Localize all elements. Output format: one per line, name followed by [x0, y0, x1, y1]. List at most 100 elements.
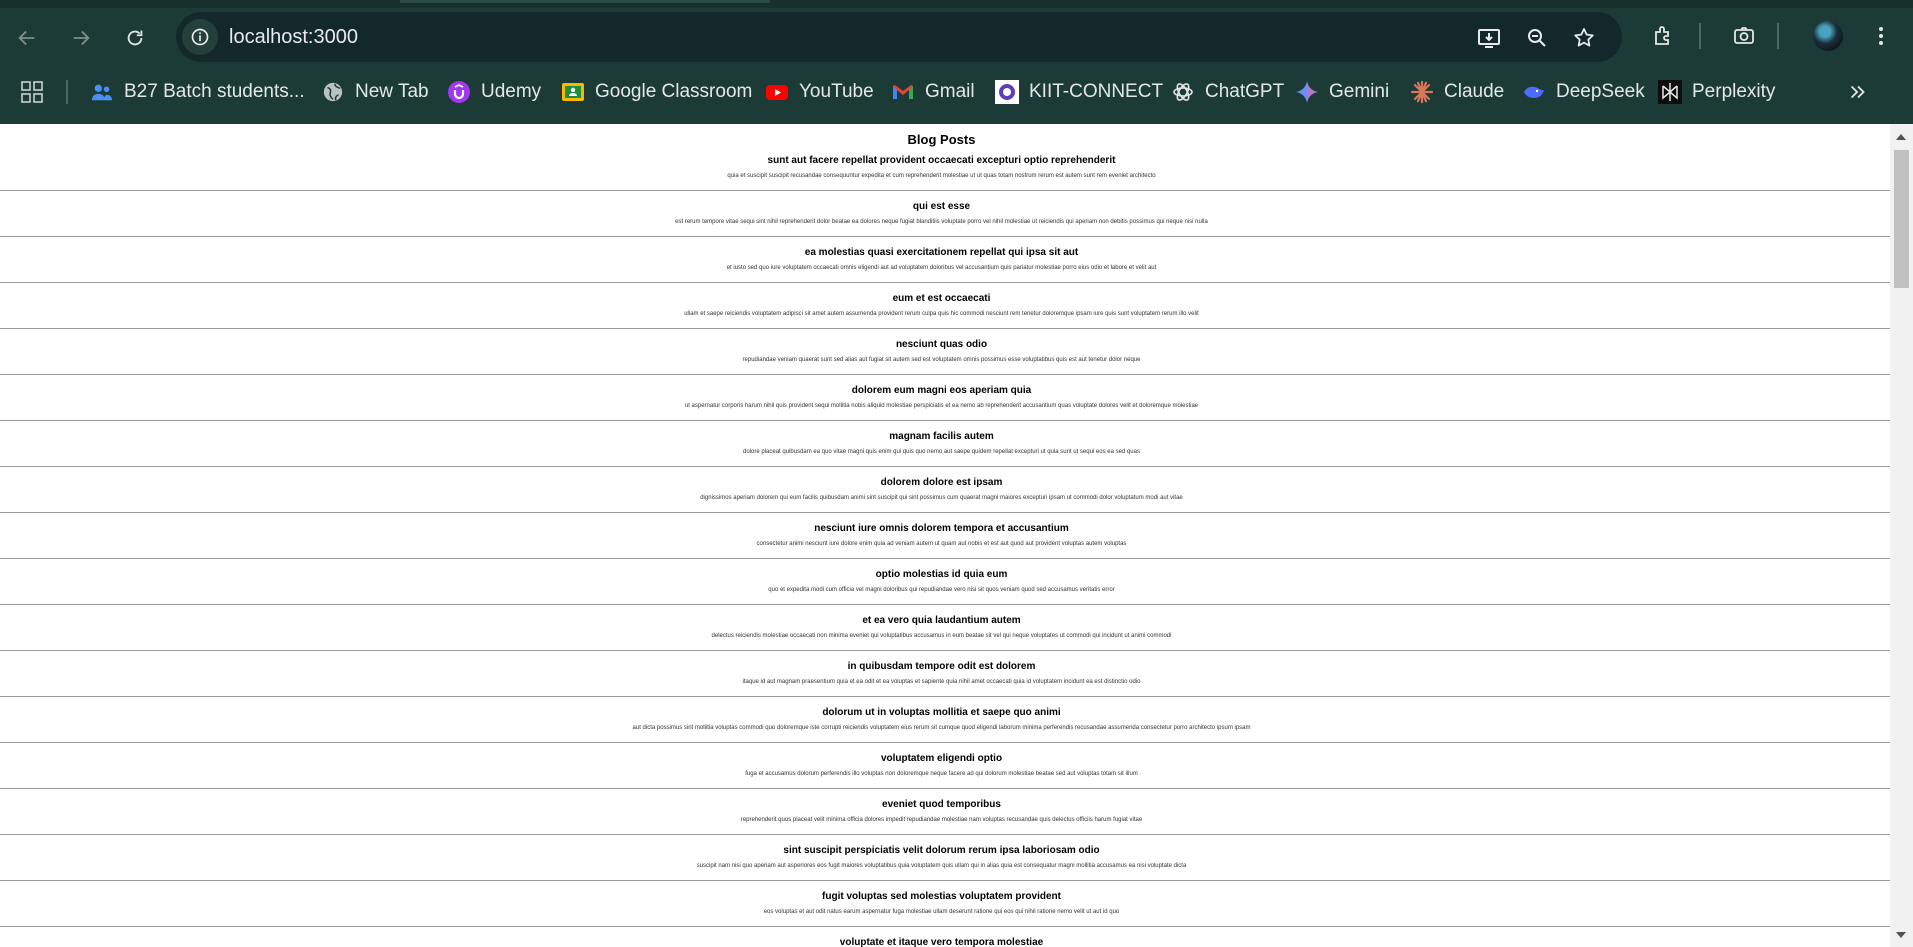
bookmarks-bar: B27 Batch students... New Tab Udemy Goog…	[0, 74, 1913, 110]
post-title: qui est esse	[912, 201, 971, 212]
bookmark-label: Gemini	[1329, 81, 1390, 102]
page-viewport: Blog Posts sunt aut facere repellat prov…	[0, 124, 1890, 947]
apps-grid-icon	[20, 80, 44, 104]
post-item: nesciunt iure omnis dolorem tempora et a…	[0, 514, 1890, 560]
post-divider	[0, 696, 1890, 697]
zoom-icon[interactable]	[1524, 25, 1550, 51]
reload-icon	[127, 30, 143, 46]
post-body: suscipit nam nisi quo aperiam aut asperi…	[696, 863, 1187, 869]
post-title: sint suscipit perspiciatis velit dolorum…	[783, 845, 1100, 856]
post-title: fugit voluptas sed molestias voluptatem …	[822, 891, 1061, 902]
bookmark-chatgpt[interactable]: ChatGPT	[1171, 74, 1284, 110]
bookmark-udemy[interactable]: Udemy	[447, 74, 541, 110]
tab-strip	[0, 0, 1913, 8]
perplexity-icon	[1658, 80, 1682, 104]
post-item: sunt aut facere repellat provident occae…	[0, 146, 1890, 192]
udemy-icon	[447, 80, 471, 104]
bookmark-deepseek[interactable]: DeepSeek	[1522, 74, 1645, 110]
post-divider	[0, 650, 1890, 651]
scroll-down-arrow-icon[interactable]	[1896, 932, 1906, 938]
scroll-up-arrow-icon[interactable]	[1896, 134, 1906, 140]
apps-button[interactable]	[20, 74, 44, 110]
post-title: dolorem eum magni eos aperiam quia	[851, 385, 1032, 396]
post-item: qui est esse est rerum tempore vitae sequ…	[0, 192, 1890, 238]
post-body: et iusto sed quo iure voluptatem occaeca…	[726, 265, 1157, 271]
post-title: voluptate et itaque vero tempora molesti…	[839, 937, 1044, 947]
forward-button[interactable]	[63, 20, 99, 56]
post-item: dolorum ut in voluptas mollitia et saepe…	[0, 698, 1890, 744]
url-text[interactable]: localhost:3000	[229, 12, 358, 62]
post-title: eum et est occaecati	[892, 293, 991, 304]
scrollbar-thumb[interactable]	[1894, 150, 1909, 288]
post-title: magnam facilis autem	[889, 431, 994, 442]
site-info-icon[interactable]	[182, 19, 218, 55]
bookmark-google-classroom[interactable]: Google Classroom	[561, 74, 752, 110]
bookmark-label: YouTube	[799, 81, 874, 102]
post-divider	[0, 328, 1890, 329]
profile-avatar[interactable]	[1813, 21, 1843, 51]
screenshot-icon[interactable]	[1727, 19, 1761, 53]
reload-button[interactable]	[117, 20, 153, 56]
post-divider	[0, 374, 1890, 375]
post-body: itaque id aut magnam praesentium quia et…	[742, 679, 1141, 685]
post-item: fugit voluptas sed molestias voluptatem …	[0, 882, 1890, 928]
bookmarks-divider	[66, 80, 68, 104]
post-title: et ea vero quia laudantium autem	[862, 615, 1021, 626]
bookmark-new-tab[interactable]: New Tab	[321, 74, 429, 110]
post-body: est rerum tempore vitae sequi sint nihil…	[675, 219, 1208, 225]
bookmark-label: B27 Batch students...	[124, 81, 305, 102]
bookmark-label: DeepSeek	[1556, 81, 1645, 102]
bookmark-label: Gmail	[925, 81, 975, 102]
bookmark-label: KIIT-CONNECT	[1029, 81, 1164, 102]
vertical-scrollbar[interactable]	[1890, 124, 1913, 947]
more-bookmarks-button[interactable]	[1846, 74, 1870, 110]
post-body: delectus reiciendis molestiae occaecati …	[711, 633, 1172, 639]
post-title: nesciunt quas odio	[895, 339, 988, 350]
bookmark-star-icon[interactable]	[1571, 25, 1597, 51]
post-title: nesciunt iure omnis dolorem tempora et a…	[814, 523, 1069, 534]
bookmark-perplexity[interactable]: Perplexity	[1658, 74, 1775, 110]
bookmark-youtube[interactable]: YouTube	[765, 74, 874, 110]
post-item: et ea vero quia laudantium autem delectus…	[0, 606, 1890, 652]
install-app-icon[interactable]	[1476, 25, 1502, 51]
post-item: sint suscipit perspiciatis velit dolorum…	[0, 836, 1890, 882]
claude-icon	[1410, 80, 1434, 104]
post-divider	[0, 236, 1890, 237]
bookmark-claude[interactable]: Claude	[1410, 74, 1504, 110]
post-divider	[0, 742, 1890, 743]
chatgpt-icon	[1171, 80, 1195, 104]
extensions-icon[interactable]	[1647, 19, 1681, 53]
post-title: dolorem dolore est ipsam	[880, 477, 1003, 488]
post-body: fuga et accusamus dolorum perferendis il…	[745, 771, 1138, 777]
bookmark-label: New Tab	[355, 81, 429, 102]
post-divider	[0, 834, 1890, 835]
bookmark-label: Claude	[1444, 81, 1505, 102]
post-title: in quibusdam tempore odit est dolorem	[847, 661, 1036, 672]
globe-icon	[321, 80, 345, 104]
menu-icon[interactable]	[1864, 19, 1898, 53]
bookmark-kiit-connect[interactable]: KIIT-CONNECT	[995, 74, 1163, 110]
gmail-icon	[891, 80, 915, 104]
bookmark-b27-batch[interactable]: B27 Batch students...	[90, 74, 305, 110]
post-item: optio molestias id quia eum quo et expedi…	[0, 560, 1890, 606]
address-bar[interactable]: localhost:3000	[176, 12, 1622, 62]
kiit-icon	[995, 80, 1019, 104]
post-body: consectetur animi nesciunt iure dolore e…	[756, 541, 1127, 547]
post-item: nesciunt quas odio repudiandae veniam qua…	[0, 330, 1890, 376]
bookmark-gmail[interactable]: Gmail	[891, 74, 975, 110]
post-title: voluptatem eligendi optio	[880, 753, 1003, 764]
post-item: voluptate et itaque vero tempora molesti…	[0, 928, 1890, 947]
post-divider	[0, 604, 1890, 605]
post-divider	[0, 880, 1890, 881]
arrow-left-icon	[18, 30, 35, 46]
bookmark-gemini[interactable]: Gemini	[1295, 74, 1389, 110]
post-body: eos voluptas et aut odit natus earum asp…	[763, 909, 1120, 915]
post-body: ullam et saepe reiciendis voluptatem adi…	[684, 311, 1199, 317]
back-button[interactable]	[9, 20, 45, 56]
post-divider	[0, 466, 1890, 467]
post-body: quo et expedita modi cum officia vel mag…	[768, 587, 1115, 593]
classroom-icon	[561, 80, 585, 104]
post-body: quia et suscipit suscipit recusandae con…	[727, 173, 1156, 179]
post-body: repudiandae veniam quaerat sunt sed alia…	[742, 357, 1141, 363]
post-divider	[0, 190, 1890, 191]
